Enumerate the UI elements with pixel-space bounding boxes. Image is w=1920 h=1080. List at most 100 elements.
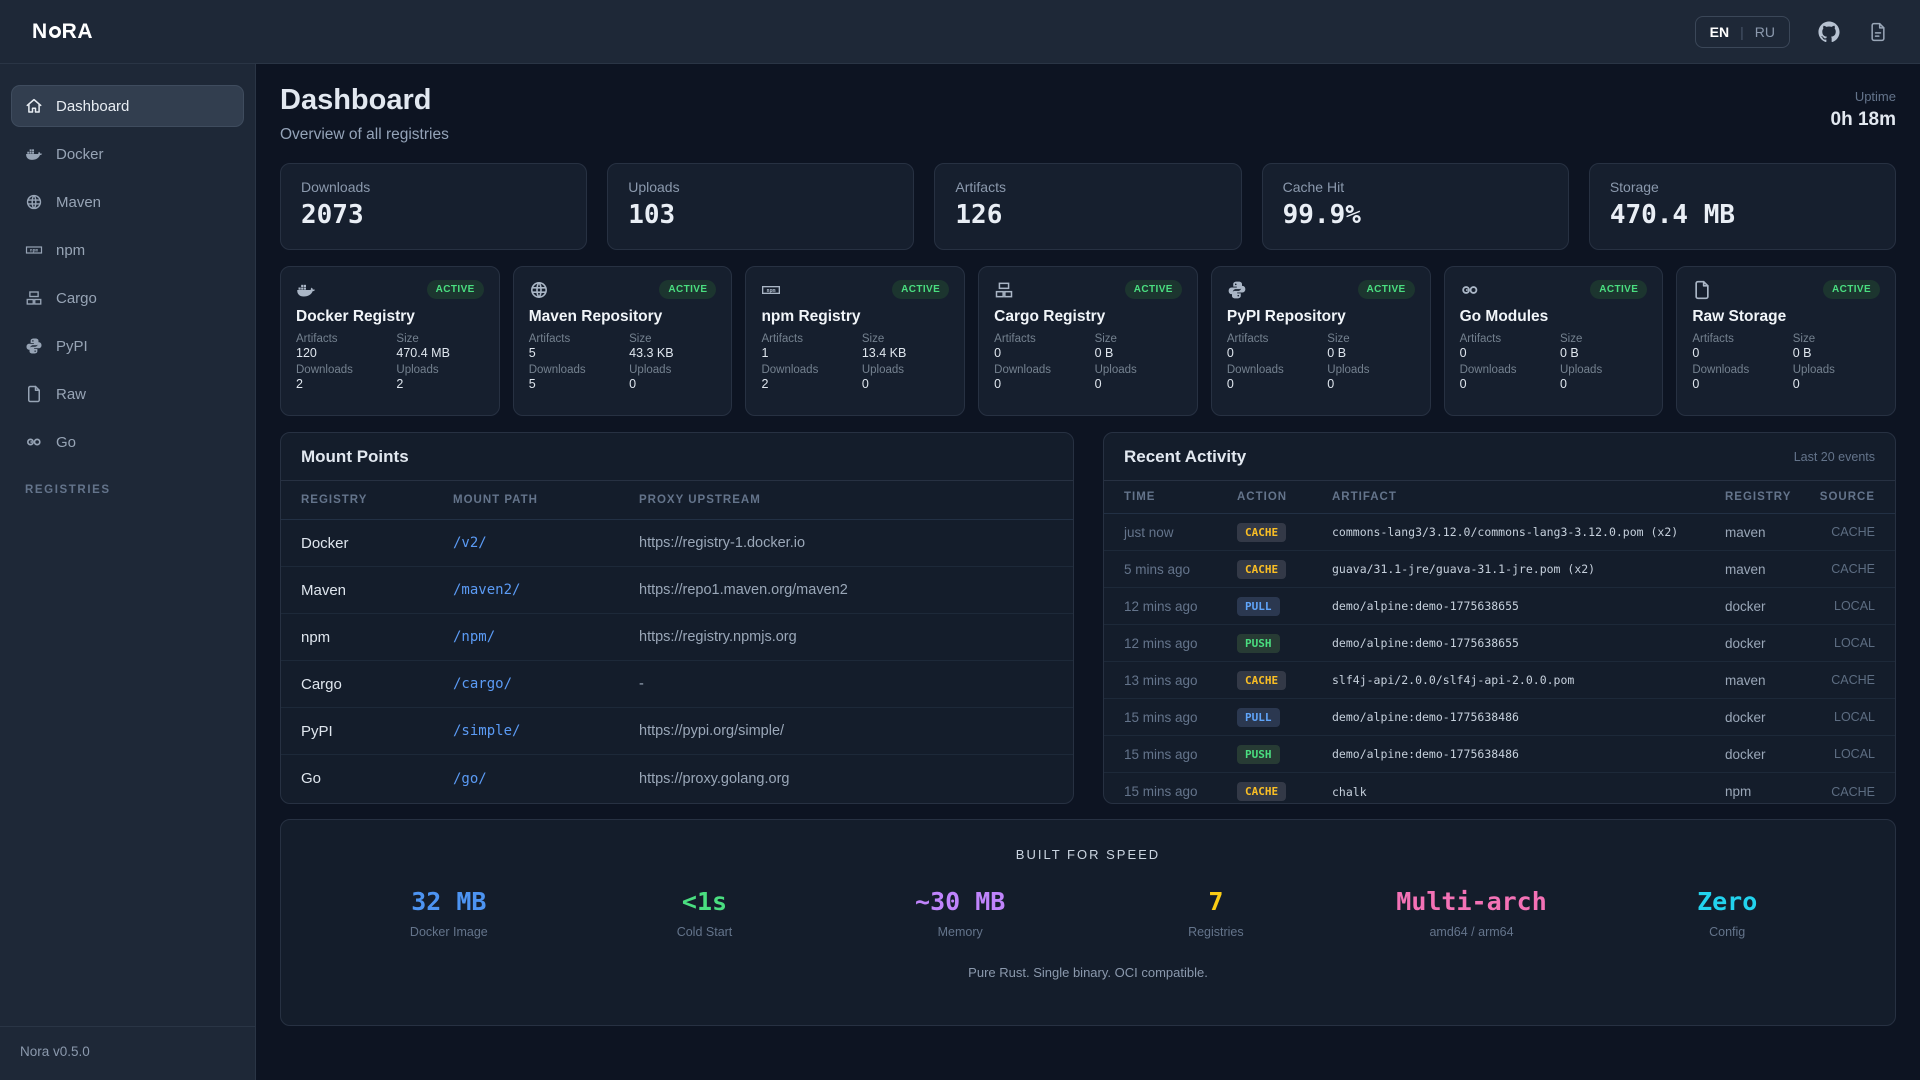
sidebar-item-raw[interactable]: Raw	[12, 374, 243, 414]
registry-card-raw-storage[interactable]: ACTIVE Raw Storage Artifacts 0 Size 0 B …	[1676, 266, 1896, 416]
logo-text-right: RA	[62, 20, 93, 44]
speed-stat-cold-start: <1s Cold Start	[577, 887, 833, 939]
size-value: 0 B	[1793, 346, 1880, 360]
size-label: Size	[1095, 333, 1182, 345]
activity-row: just now CACHE commons-lang3/3.12.0/comm…	[1104, 514, 1895, 551]
mount-path-link[interactable]: /cargo/	[453, 676, 639, 692]
activity-col-registry: REGISTRY	[1725, 491, 1813, 503]
sidebar-item-cargo[interactable]: Cargo	[12, 278, 243, 318]
activity-col-time: TIME	[1124, 491, 1237, 503]
sidebar-section-registries: REGISTRIES	[12, 470, 243, 496]
sidebar-item-label: npm	[56, 242, 85, 259]
sidebar-nav: Dashboard Docker Maven npm npm Cargo PyP…	[12, 86, 243, 462]
python-icon	[1227, 280, 1247, 300]
activity-source: CACHE	[1813, 673, 1875, 687]
stat-card-storage: Storage 470.4 MB	[1589, 163, 1896, 250]
downloads-label: Downloads	[296, 364, 396, 376]
downloads-label: Downloads	[1460, 364, 1560, 376]
registry-card-docker-registry[interactable]: ACTIVE Docker Registry Artifacts 120 Siz…	[280, 266, 500, 416]
mount-registry: Docker	[301, 535, 453, 552]
mount-row-maven: Maven /maven2/ https://repo1.maven.org/m…	[281, 567, 1073, 614]
stat-label: Cache Hit	[1283, 179, 1548, 195]
mount-row-docker: Docker /v2/ https://registry-1.docker.io	[281, 520, 1073, 567]
panels-row: Mount Points REGISTRY MOUNT PATH PROXY U…	[280, 432, 1896, 804]
mount-path-link[interactable]: /npm/	[453, 629, 639, 645]
artifacts-label: Artifacts	[529, 333, 629, 345]
activity-source: CACHE	[1813, 785, 1875, 799]
registry-card-name: Go Modules	[1460, 308, 1648, 326]
mount-upstream: -	[639, 676, 1053, 692]
registry-card-maven-repository[interactable]: ACTIVE Maven Repository Artifacts 5 Size…	[513, 266, 733, 416]
status-badge: ACTIVE	[1125, 280, 1182, 299]
uploads-value: 2	[396, 377, 483, 391]
language-toggle[interactable]: EN | RU	[1695, 16, 1790, 48]
uploads-value: 0	[1560, 377, 1647, 391]
globe-icon	[529, 280, 549, 300]
sidebar-item-dashboard[interactable]: Dashboard	[12, 86, 243, 126]
downloads-label: Downloads	[1227, 364, 1327, 376]
file-icon	[1692, 280, 1712, 300]
mount-registry: PyPI	[301, 723, 453, 740]
lang-separator: |	[1740, 24, 1744, 40]
artifacts-value: 0	[994, 346, 1094, 360]
status-badge: ACTIVE	[1358, 280, 1415, 299]
registry-card-name: Cargo Registry	[994, 308, 1182, 326]
activity-time: 13 mins ago	[1124, 673, 1237, 688]
sidebar-item-maven[interactable]: Maven	[12, 182, 243, 222]
size-value: 43.3 KB	[629, 346, 716, 360]
sidebar-item-label: Go	[56, 434, 76, 451]
activity-row: 15 mins ago PULL demo/alpine:demo-177563…	[1104, 699, 1895, 736]
sidebar-item-go[interactable]: Go	[12, 422, 243, 462]
mount-path-link[interactable]: /maven2/	[453, 582, 639, 598]
sidebar-item-pypi[interactable]: PyPI	[12, 326, 243, 366]
app-shell: Dashboard Docker Maven npm npm Cargo PyP…	[0, 64, 1920, 1080]
registry-card-cargo-registry[interactable]: ACTIVE Cargo Registry Artifacts 0 Size 0…	[978, 266, 1198, 416]
stat-value: 2073	[301, 200, 566, 230]
activity-source: CACHE	[1813, 525, 1875, 539]
sidebar-item-docker[interactable]: Docker	[12, 134, 243, 174]
mount-path-link[interactable]: /go/	[453, 771, 639, 787]
size-value: 0 B	[1095, 346, 1182, 360]
speed-stat-value: 7	[1088, 887, 1344, 916]
registry-card-pypi-repository[interactable]: ACTIVE PyPI Repository Artifacts 0 Size …	[1211, 266, 1431, 416]
sidebar-item-label: PyPI	[56, 338, 88, 355]
sidebar-item-label: Cargo	[56, 290, 97, 307]
downloads-value: 0	[1692, 377, 1792, 391]
docs-icon[interactable]	[1868, 22, 1888, 42]
stat-label: Artifacts	[955, 179, 1220, 195]
speed-stat-label: Config	[1599, 925, 1855, 939]
built-for-speed-panel: BUILT FOR SPEED 32 MB Docker Image <1s C…	[280, 819, 1896, 1026]
mounts-col-upstream: PROXY UPSTREAM	[639, 494, 1053, 506]
status-badge: ACTIVE	[659, 280, 716, 299]
header-actions: EN | RU	[1695, 16, 1888, 48]
activity-artifact: commons-lang3/3.12.0/commons-lang3-3.12.…	[1332, 525, 1725, 539]
uploads-label: Uploads	[629, 364, 716, 376]
registry-card-go-modules[interactable]: ACTIVE Go Modules Artifacts 0 Size 0 B D…	[1444, 266, 1664, 416]
action-badge-cache: CACHE	[1237, 782, 1286, 801]
mount-path-link[interactable]: /v2/	[453, 535, 639, 551]
artifacts-label: Artifacts	[296, 333, 396, 345]
downloads-value: 0	[994, 377, 1094, 391]
activity-col-source: SOURCE	[1813, 491, 1875, 503]
uploads-label: Uploads	[1793, 364, 1880, 376]
downloads-value: 5	[529, 377, 629, 391]
downloads-value: 0	[1227, 377, 1327, 391]
github-icon[interactable]	[1818, 21, 1840, 43]
downloads-label: Downloads	[761, 364, 861, 376]
built-for-speed-heading: BUILT FOR SPEED	[321, 847, 1855, 862]
mount-path-link[interactable]: /simple/	[453, 723, 639, 739]
activity-row: 15 mins ago CACHE chalk npm CACHE	[1104, 773, 1895, 804]
artifacts-value: 5	[529, 346, 629, 360]
lang-en-button[interactable]: EN	[1710, 24, 1729, 40]
activity-row: 5 mins ago CACHE guava/31.1-jre/guava-31…	[1104, 551, 1895, 588]
activity-source: LOCAL	[1813, 636, 1875, 650]
activity-time: 5 mins ago	[1124, 562, 1237, 577]
recent-activity-header: Recent Activity Last 20 events	[1104, 433, 1895, 481]
size-label: Size	[629, 333, 716, 345]
activity-time: just now	[1124, 525, 1237, 540]
registry-card-npm-registry[interactable]: npm ACTIVE npm Registry Artifacts 1 Size…	[745, 266, 965, 416]
sidebar-item-npm[interactable]: npm npm	[12, 230, 243, 270]
registry-cards-row: ACTIVE Docker Registry Artifacts 120 Siz…	[280, 266, 1896, 416]
mount-row-go: Go /go/ https://proxy.golang.org	[281, 755, 1073, 802]
lang-ru-button[interactable]: RU	[1755, 24, 1775, 40]
